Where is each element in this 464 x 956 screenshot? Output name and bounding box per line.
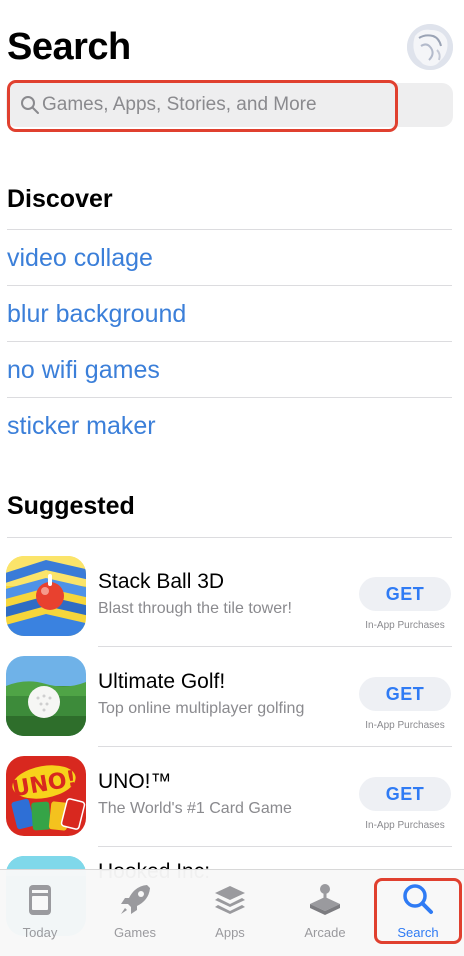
stack-ball-app-icon[interactable]: [6, 556, 86, 636]
tab-label: Games: [114, 925, 156, 940]
ultimate-golf-app-icon[interactable]: [6, 656, 86, 736]
get-button-stack-ball[interactable]: GET: [359, 577, 451, 611]
app-subtitle: The World's #1 Card Game: [98, 800, 292, 817]
in-app-purchases-note: In-App Purchases: [365, 820, 445, 831]
discover-item[interactable]: no wifi games: [7, 342, 452, 398]
app-name: UNO!™: [98, 770, 172, 793]
page-title: Search: [7, 26, 131, 68]
discover-title: Discover: [7, 185, 113, 213]
app-subtitle: Blast through the tile tower!: [98, 600, 292, 617]
in-app-purchases-note: In-App Purchases: [365, 620, 445, 631]
app-row-ultimate-golf[interactable]: Ultimate Golf! Top online multiplayer go…: [0, 656, 464, 756]
get-button-uno[interactable]: GET: [359, 777, 451, 811]
app-subtitle: Top online multiplayer golfing: [98, 700, 305, 717]
divider: [98, 646, 452, 647]
uno-app-icon[interactable]: UNO!: [6, 756, 86, 836]
tab-label: Apps: [215, 925, 245, 940]
app-row-stack-ball[interactable]: Stack Ball 3D Blast through the tile tow…: [0, 556, 464, 656]
app-name: Stack Ball 3D: [98, 570, 225, 593]
discover-item[interactable]: sticker maker: [7, 398, 452, 454]
suggested-title: Suggested: [7, 492, 135, 520]
discover-item[interactable]: blur background: [7, 286, 452, 342]
tab-label: Search: [397, 925, 439, 940]
divider: [7, 537, 452, 538]
joystick-icon: [310, 884, 340, 915]
apps-stack-icon: [215, 886, 245, 914]
app-row-uno[interactable]: UNO! UNO!™ The World's #1 Card Game GET …: [0, 756, 464, 856]
tab-search[interactable]: Search: [383, 882, 453, 940]
discover-item-label: no wifi games: [7, 355, 160, 384]
tab-bar: Today Games Apps Arcade Search: [0, 869, 464, 956]
divider: [98, 746, 452, 747]
discover-item-label: video collage: [7, 243, 153, 272]
avatar-image: [407, 24, 453, 70]
tab-label: Today: [22, 925, 58, 940]
divider: [98, 846, 452, 847]
tab-today[interactable]: Today: [5, 882, 75, 940]
tab-label: Arcade: [304, 925, 346, 940]
app-name: Ultimate Golf!: [98, 670, 226, 693]
rocket-icon: [121, 885, 150, 914]
discover-item[interactable]: video collage: [7, 230, 452, 286]
search-icon: [403, 884, 433, 914]
search-bar[interactable]: Games, Apps, Stories, and More: [6, 83, 453, 127]
discover-item-label: sticker maker: [7, 411, 156, 440]
get-button-ultimate-golf[interactable]: GET: [359, 677, 451, 711]
profile-avatar[interactable]: [407, 24, 453, 70]
tab-arcade[interactable]: Arcade: [290, 882, 360, 940]
search-input[interactable]: Games, Apps, Stories, and More: [42, 94, 317, 116]
search-icon: [21, 96, 39, 114]
tab-apps[interactable]: Apps: [195, 882, 265, 940]
in-app-purchases-note: In-App Purchases: [365, 720, 445, 731]
discover-item-label: blur background: [7, 299, 187, 328]
tab-games[interactable]: Games: [100, 882, 170, 940]
today-icon: [29, 885, 51, 915]
